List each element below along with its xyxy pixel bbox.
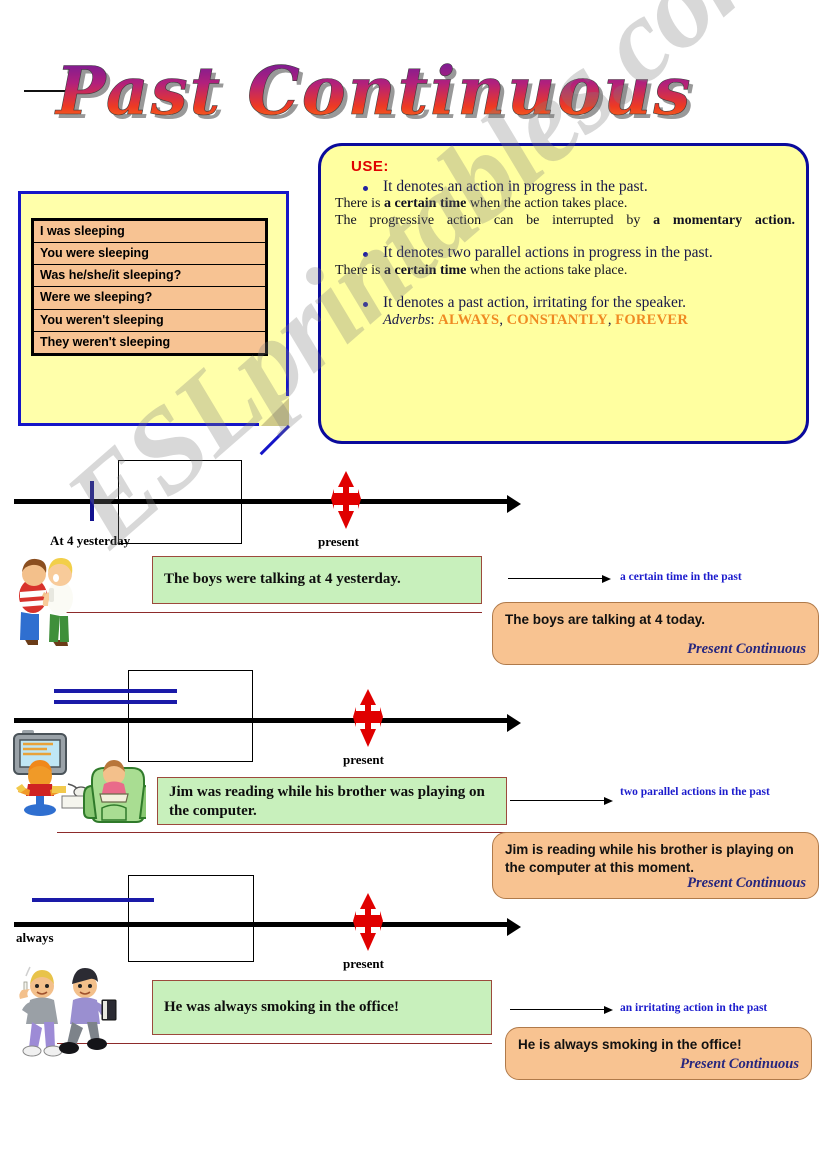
- note-2-bold: a certain time: [383, 262, 467, 278]
- present-sentence-box-1: The boys are talking at 4 today. Present…: [492, 602, 819, 665]
- present-label-3: present: [343, 956, 384, 971]
- form-cell: Were we sleeping?: [32, 286, 267, 309]
- timeline-section-1: At 4 yesterday present: [0, 455, 821, 565]
- forms-table: I was sleeping You were sleeping Was he/…: [31, 218, 268, 356]
- annotation-text-2: two parallel actions in the past: [620, 786, 770, 798]
- past-sentence-box-3: He was always smoking in the office!: [152, 980, 492, 1035]
- form-cell: You weren't sleeping: [32, 308, 267, 332]
- parallel-action-line-1: [54, 689, 177, 693]
- clipart-two-men-smoking: [8, 962, 123, 1062]
- parallel-action-line-2: [54, 700, 177, 704]
- forms-note: I was sleeping You were sleeping Was he/…: [18, 191, 289, 426]
- adverb-constantly: CONSTANTLY: [506, 312, 608, 329]
- use-note-1b: The progressive action can be interrupte…: [335, 213, 795, 230]
- note-2-pre: There is: [335, 262, 384, 278]
- present-sentence-box-3: He is always smoking in the office! Pres…: [505, 1027, 812, 1080]
- adverb-forever: FOREVER: [615, 312, 689, 329]
- present-label-1: present: [318, 534, 359, 549]
- clipart-computer-and-reading: [6, 722, 153, 828]
- present-marker-1: [331, 471, 361, 533]
- adverb-sep: ,: [499, 312, 507, 329]
- annotation-text-3: an irritating action in the past: [620, 1002, 768, 1014]
- past-time-label-1: At 4 yesterday: [50, 533, 131, 548]
- tense-label-2: Present Continuous: [687, 875, 806, 891]
- past-sentence-box-2: Jim was reading while his brother was pl…: [157, 777, 507, 825]
- timeline-axis-3: [14, 918, 521, 936]
- use-heading: USE:: [351, 158, 389, 175]
- title-wordart: Past Continuous Past Continuous: [54, 44, 794, 140]
- section-divider-1: [57, 612, 482, 613]
- note-2-post: when the actions take place.: [466, 262, 628, 278]
- adverb-always: ALWAYS: [438, 312, 500, 329]
- present-sentence-text-3: He is always smoking in the office!: [518, 1037, 742, 1052]
- past-time-tick-1: [90, 481, 94, 521]
- use-body: It denotes an action in progress in the …: [335, 178, 795, 329]
- tense-label-1: Present Continuous: [687, 641, 806, 657]
- form-cell: Was he/she/it sleeping?: [32, 264, 267, 287]
- section-divider-2: [57, 832, 507, 833]
- use-bullet-3: It denotes a past action, irritating for…: [335, 294, 795, 312]
- note-1a-post: when the action takes place.: [466, 196, 628, 212]
- form-cell: I was sleeping: [40, 224, 125, 238]
- always-label: always: [16, 930, 54, 945]
- note-folded-corner: [259, 396, 289, 426]
- present-label-2: present: [343, 752, 384, 767]
- table-row: They weren't sleeping: [32, 330, 267, 355]
- adverbs-label: Adverbs: [383, 312, 431, 329]
- page-title: Past Continuous Past Continuous: [0, 44, 821, 144]
- table-row: Were we sleeping?: [32, 286, 267, 309]
- table-row: Was he/she/it sleeping?: [32, 264, 267, 287]
- annotation-arrow-2: [510, 797, 613, 805]
- present-sentence-box-2: Jim is reading while his brother is play…: [492, 832, 819, 899]
- timeline-axis-1: [14, 495, 521, 513]
- note-1a-bold: a certain time: [383, 196, 467, 212]
- present-marker-2: [353, 689, 383, 751]
- use-bullet-2: It denotes two parallel actions in progr…: [335, 244, 795, 262]
- table-row: I was sleeping: [33, 220, 267, 243]
- form-cell: You were sleeping: [32, 242, 267, 265]
- past-sentence-box-1: The boys were talking at 4 yesterday.: [152, 556, 482, 604]
- table-row: You weren't sleeping: [32, 308, 267, 332]
- svg-text:Past Continuous: Past Continuous: [54, 52, 692, 130]
- note-1b-pre: The progressive action can be interrupte…: [335, 212, 654, 228]
- form-cell: They weren't sleeping: [32, 330, 267, 355]
- worksheet-page: ESLprintables.com Past Continuous Past C…: [0, 0, 821, 1169]
- tense-label-3: Present Continuous: [680, 1056, 799, 1072]
- always-action-line: [32, 898, 154, 902]
- annotation-arrow-1: [508, 575, 611, 583]
- adverbs-line: Adverbs: ALWAYS, CONSTANTLY, FOREVER: [335, 312, 795, 329]
- note-1a-pre: There is: [335, 196, 384, 212]
- past-sentence-text-1: The boys were talking at 4 yesterday.: [164, 571, 401, 587]
- use-bullet-1: It denotes an action in progress in the …: [335, 178, 795, 196]
- clipart-two-boys-talking: [8, 552, 80, 648]
- present-marker-3: [353, 893, 383, 955]
- present-sentence-text-2: Jim is reading while his brother is play…: [505, 842, 794, 875]
- table-row: You were sleeping: [32, 242, 267, 265]
- past-sentence-text-3: He was always smoking in the office!: [164, 999, 399, 1015]
- use-box: USE: It denotes an action in progress in…: [318, 143, 809, 444]
- present-sentence-text-1: The boys are talking at 4 today.: [505, 612, 706, 627]
- use-note-2: There is a certain time when the actions…: [335, 263, 795, 280]
- annotation-arrow-3: [510, 1006, 613, 1014]
- callout-frame-2: [128, 670, 253, 762]
- annotation-text-1: a certain time in the past: [620, 571, 742, 583]
- callout-frame-3: [128, 875, 254, 962]
- past-sentence-text-2: Jim was reading while his brother was pl…: [169, 784, 485, 819]
- use-note-1a: There is a certain time when the action …: [335, 196, 795, 213]
- note-1b-bold: a momentary action.: [653, 212, 795, 228]
